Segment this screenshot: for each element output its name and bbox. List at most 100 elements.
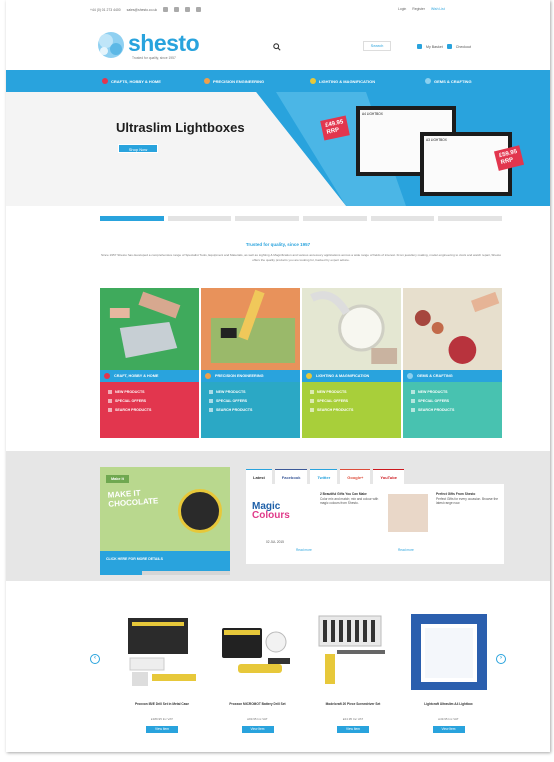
google-plus-icon[interactable]: [185, 7, 191, 12]
tile-links: New Products Special Offers Search Produ…: [201, 382, 300, 438]
tile-links: New Products Special Offers Search Produ…: [100, 382, 199, 438]
category-tile-gems[interactable]: Gems & Crafting New Products Special Off…: [403, 288, 502, 438]
product-name[interactable]: Lightcraft Ultraslim A4 Lightbox: [405, 702, 493, 707]
hero-slide-tab[interactable]: [370, 216, 435, 221]
view-item-button[interactable]: View Item: [337, 726, 369, 733]
tab-twitter[interactable]: Twitter: [310, 469, 338, 484]
tile-link-label: Search Products: [216, 408, 253, 412]
lighting-icon: [310, 78, 316, 84]
hero-shop-button[interactable]: Shop Now: [118, 144, 158, 153]
login-link[interactable]: Login: [398, 7, 406, 11]
product-name[interactable]: Proxxon IB/E Drill Set in Metal Case: [118, 702, 206, 707]
tile-link-offers[interactable]: Special Offers: [310, 399, 401, 403]
product-image: [410, 614, 487, 690]
carousel-next-arrow-icon[interactable]: ›: [496, 654, 506, 664]
tile-link-search[interactable]: Search Products: [108, 408, 199, 412]
tab-google-plus[interactable]: Google+: [340, 469, 371, 484]
view-item-button[interactable]: View Item: [241, 726, 274, 733]
view-item-button[interactable]: View Item: [432, 726, 465, 733]
category-tile-precision[interactable]: Precision Engineering New Products Speci…: [201, 288, 300, 438]
tile-link-offers[interactable]: Special Offers: [108, 399, 199, 403]
promo-footer-link[interactable]: CLICK HERE FOR MORE DETAILS: [100, 551, 230, 571]
tile-link-label: New Products: [216, 390, 246, 394]
logo-bubble-icon[interactable]: [94, 30, 128, 60]
gems-icon: [425, 78, 431, 84]
tile-link-new[interactable]: New Products: [209, 390, 300, 394]
category-tile-crafts[interactable]: Craft, Hobby & Home New Products Special…: [100, 288, 199, 438]
promo-banner[interactable]: Make It MAKE IT CHOCOLATE CLICK HERE FOR…: [100, 467, 230, 571]
tile-link-search[interactable]: Search Products: [411, 408, 502, 412]
tile-link-new[interactable]: New Products: [310, 390, 401, 394]
tile-heading[interactable]: Craft, Hobby & Home: [100, 370, 199, 382]
nav-item-label: Gems & Crafting: [434, 78, 472, 84]
hero-slide-tab[interactable]: [100, 216, 164, 221]
tile-link-search[interactable]: Search Products: [209, 408, 300, 412]
tab-facebook[interactable]: Facebook: [274, 469, 308, 484]
tile-heading-label: Craft, Hobby & Home: [114, 374, 159, 378]
product-card[interactable]: Proxxon IB/E Drill Set in Metal Case £18…: [118, 614, 202, 744]
hero-slide-tab[interactable]: [438, 216, 503, 221]
facebook-icon[interactable]: [163, 7, 169, 12]
tile-link-label: New Products: [317, 390, 347, 394]
search-button[interactable]: Search: [363, 41, 391, 51]
logo-wordmark[interactable]: shesto: [128, 30, 200, 57]
nav-item-lighting[interactable]: Lighting & Magnification: [310, 78, 375, 84]
post-1-read-more[interactable]: Read more: [296, 548, 312, 552]
bullet-icon: [209, 390, 213, 394]
product-name[interactable]: Proxxon MICROMOT Battery Drill Set: [214, 702, 302, 707]
twitter-icon[interactable]: [174, 7, 180, 12]
promo-progress-fill: [100, 571, 142, 575]
search-input[interactable]: [284, 41, 360, 51]
post-2-text: Perfect Gifts for every occasion. Browse…: [436, 496, 499, 506]
tile-heading[interactable]: Lighting & Magnification: [302, 370, 401, 382]
tile-heading[interactable]: Precision Engineering: [201, 370, 300, 382]
post-2-read-more[interactable]: Read more: [398, 548, 414, 552]
tile-link-new[interactable]: New Products: [411, 390, 502, 394]
hero-banner[interactable]: Ultraslim Lightboxes Shop Now A4 LIGHTBO…: [6, 92, 550, 206]
hero-title: Ultraslim Lightboxes: [116, 120, 245, 135]
hero-slide-tab[interactable]: [167, 216, 232, 221]
category-tile-lighting[interactable]: Lighting & Magnification New Products Sp…: [302, 288, 401, 438]
promo-progress-bar: [100, 571, 230, 575]
email-link[interactable]: sales@shesto.co.uk: [127, 8, 157, 12]
tile-link-offers[interactable]: Special Offers: [411, 399, 502, 403]
basket-area: My Basket Checkout: [417, 44, 471, 49]
nav-item-label: Lighting & Magnification: [319, 78, 376, 84]
bullet-icon: [108, 408, 112, 412]
tile-link-offers[interactable]: Special Offers: [209, 399, 300, 403]
tab-youtube[interactable]: YouTube: [373, 469, 404, 484]
product-name[interactable]: Modelcraft 20 Piece Screwdriver Set: [309, 702, 397, 707]
carousel-prev-arrow-icon[interactable]: ‹: [90, 654, 100, 664]
bullet-icon: [108, 390, 112, 394]
post-1: 2 Beautiful Gifts You Can Make Color mix…: [320, 492, 382, 506]
youtube-icon[interactable]: [196, 7, 202, 12]
product-card[interactable]: Proxxon MICROMOT Battery Drill Set £99.9…: [214, 614, 298, 744]
tab-latest[interactable]: Latest: [246, 469, 272, 484]
hero-slide-tab[interactable]: [235, 216, 300, 221]
product-card[interactable]: Lightcraft Ultraslim A4 Lightbox £49.95 …: [405, 614, 489, 744]
nav-item-crafts[interactable]: Crafts, Hobby & Home: [102, 78, 161, 84]
basket-icon[interactable]: [417, 44, 422, 49]
checkout-link[interactable]: Checkout: [456, 45, 471, 49]
hero-slide-tab[interactable]: [303, 216, 367, 221]
bullet-icon: [108, 399, 112, 403]
tile-link-label: Search Products: [418, 408, 455, 412]
tile-link-search[interactable]: Search Products: [310, 408, 401, 412]
view-item-button[interactable]: View Item: [146, 726, 178, 733]
product-card[interactable]: Modelcraft 20 Piece Screwdriver Set £24.…: [309, 614, 393, 744]
bullet-icon: [411, 399, 415, 403]
promo-flag: Make It: [106, 475, 129, 483]
post-2-thumbnail[interactable]: [388, 494, 428, 532]
logo-tagline: Trusted for quality, since 1957: [132, 56, 176, 60]
tile-link-new[interactable]: New Products: [108, 390, 199, 394]
phone-number[interactable]: +44 (0) 01 273 4400: [90, 8, 121, 12]
wishlist-link[interactable]: Wish List: [431, 7, 445, 11]
checkout-icon[interactable]: [446, 44, 452, 49]
basket-link[interactable]: My Basket: [426, 45, 443, 49]
register-link[interactable]: Register: [412, 7, 425, 11]
product-image: [318, 615, 385, 684]
nav-item-precision[interactable]: Precision Engineering: [204, 78, 264, 84]
tile-link-label: Special Offers: [216, 399, 248, 403]
nav-item-gems[interactable]: Gems & Crafting: [425, 78, 472, 84]
tile-heading[interactable]: Gems & Crafting: [403, 370, 502, 382]
